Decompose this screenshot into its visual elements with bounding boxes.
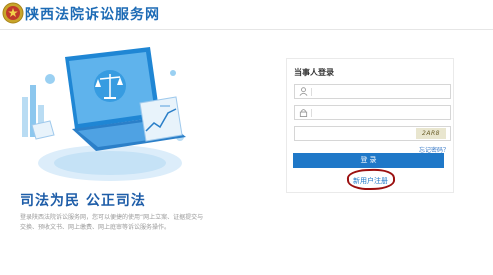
username-input[interactable] bbox=[314, 86, 404, 97]
description-line-1: 登录陕西法院诉讼服务网，您可以便捷的使用“网上立案、证据提交与 bbox=[20, 214, 204, 221]
password-separator bbox=[311, 109, 312, 117]
slogan: 司法为民 公正司法 bbox=[20, 193, 146, 209]
service-description: 登录陕西法院诉讼服务网，您可以便捷的使用“网上立案、证据提交与 交换、预收文书、… bbox=[20, 213, 230, 233]
description-line-2: 交换、预收文书、网上缴费、网上庭审等诉讼服务操作。 bbox=[20, 224, 171, 231]
password-field[interactable] bbox=[294, 105, 451, 120]
site-header: 陕西法院诉讼服务网 bbox=[0, 0, 493, 30]
username-separator bbox=[311, 88, 312, 96]
login-panel-title: 当事人登录 bbox=[294, 68, 334, 77]
login-button[interactable]: 登 录 bbox=[293, 153, 444, 168]
username-field[interactable] bbox=[294, 84, 451, 99]
site-title[interactable]: 陕西法院诉讼服务网 bbox=[25, 4, 160, 24]
captcha-input[interactable] bbox=[299, 128, 389, 139]
lock-icon bbox=[299, 109, 308, 117]
user-icon bbox=[299, 87, 308, 96]
captcha-image[interactable]: 2AR8 bbox=[416, 128, 446, 139]
password-input[interactable] bbox=[314, 107, 404, 118]
court-emblem-icon bbox=[2, 2, 24, 24]
header-divider bbox=[0, 29, 493, 30]
court-laptop-illustration bbox=[22, 47, 186, 181]
